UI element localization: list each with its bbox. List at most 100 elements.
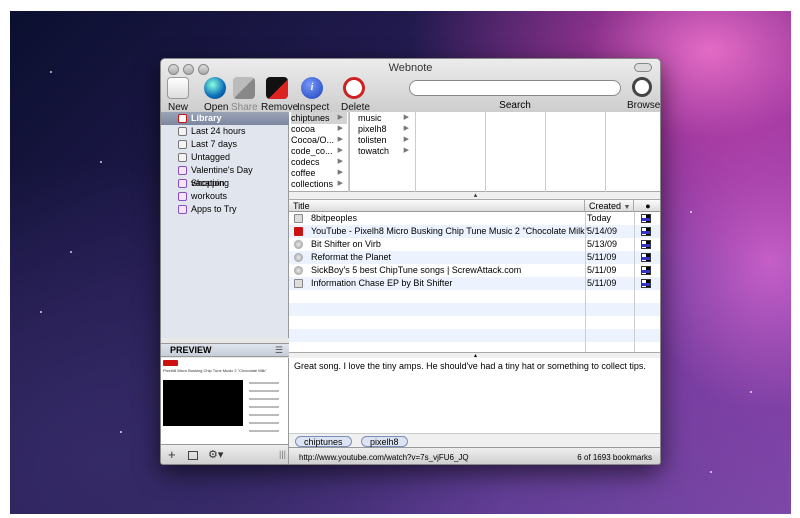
flag-icon[interactable] xyxy=(641,266,651,275)
table-row[interactable]: Reformat the Planet 5/11/09 xyxy=(289,251,660,264)
window-title: Webnote xyxy=(388,62,433,74)
row-date: 5/11/09 xyxy=(587,265,617,275)
tag-label: cocoa xyxy=(291,124,316,134)
webnote-window: Webnote New Open Share Remove i Inspect xyxy=(160,58,661,465)
table-row[interactable]: 8bitpeoples Today xyxy=(289,212,660,225)
sidebar-item-last-7-days[interactable]: Last 7 days xyxy=(161,138,289,151)
collection-icon xyxy=(178,205,187,214)
row-title: Information Chase EP by Bit Shifter xyxy=(311,278,453,288)
tag-column-6 xyxy=(606,112,660,192)
star xyxy=(120,431,122,433)
tag-label: Cocoa/O... xyxy=(291,135,335,145)
star xyxy=(70,251,72,253)
sidebar-item-label: Last 24 hours xyxy=(191,126,246,136)
star xyxy=(50,71,52,73)
table-header: Title Created ▼ ● xyxy=(289,200,660,212)
sidebar-item-vacation[interactable]: vacation xyxy=(161,177,289,190)
share-button[interactable]: Share xyxy=(231,77,258,113)
star xyxy=(750,391,752,393)
table-row[interactable]: Information Chase EP by Bit Shifter 5/11/… xyxy=(289,277,660,290)
column-header-flag[interactable]: ● xyxy=(634,200,660,212)
browse-button[interactable]: Browse xyxy=(627,77,660,111)
magnifier-icon xyxy=(632,77,652,97)
bookmark-table: Title Created ▼ ● 8bitpeoples Today YouTu… xyxy=(289,200,660,352)
table-row[interactable]: YouTube - Pixelh8 Micro Busking Chip Tun… xyxy=(289,225,660,238)
sidebar-item-workouts[interactable]: workouts xyxy=(161,190,289,203)
inspect-button[interactable]: i Inspect xyxy=(297,77,329,113)
search-input[interactable] xyxy=(409,80,621,96)
row-title: YouTube - Pixelh8 Micro Busking Chip Tun… xyxy=(311,226,588,236)
star xyxy=(710,471,712,473)
sidebar-item-label: Untagged xyxy=(191,152,231,162)
row-title: 8bitpeoples xyxy=(311,213,358,223)
preview-header: PREVIEW ☰ xyxy=(161,343,289,357)
smart-folder-icon xyxy=(178,127,187,136)
flag-icon[interactable] xyxy=(641,214,651,223)
tag-column-2: music ▶ pixelh8 ▶ tolisten ▶ towatch ▶ xyxy=(349,112,416,192)
status-url: http://www.youtube.com/watch?v=7s_vjFU6_… xyxy=(299,453,469,462)
column-header-created[interactable]: Created ▼ xyxy=(585,200,634,212)
preview-related-item xyxy=(249,398,279,400)
tag-label: tolisten xyxy=(358,135,387,145)
new-smart-folder-icon[interactable] xyxy=(188,451,198,460)
new-button[interactable]: New xyxy=(167,77,189,113)
sidebar-item-apps-to-try[interactable]: Apps to Try xyxy=(161,203,289,216)
table-body: 8bitpeoples Today YouTube - Pixelh8 Micro… xyxy=(289,212,660,352)
tag-item[interactable]: towatch ▶ xyxy=(358,145,413,157)
tag-item[interactable]: collections ▶ xyxy=(291,178,347,190)
tag-browser: chiptunes ▶ cocoa ▶ Cocoa/O... ▶ code_co...… xyxy=(289,112,660,192)
sidebar-item-label: Library xyxy=(191,113,222,123)
tag-column-3 xyxy=(416,112,486,192)
row-date: 5/11/09 xyxy=(587,278,617,288)
bookmark-count: 6 of 1693 bookmarks xyxy=(577,453,652,462)
empty-row xyxy=(289,290,660,303)
notes-text-area[interactable]: Great song. I love the tiny amps. He sho… xyxy=(289,358,660,433)
flag-icon[interactable] xyxy=(641,279,651,288)
collection-icon xyxy=(178,166,187,175)
tag-token-chiptunes[interactable]: chiptunes xyxy=(295,436,352,447)
tag-label: codecs xyxy=(291,157,320,167)
youtube-logo xyxy=(163,360,178,366)
open-button[interactable]: Open xyxy=(204,77,228,113)
tag-column-4 xyxy=(486,112,546,192)
tag-label: music xyxy=(358,113,382,123)
status-bar: http://www.youtube.com/watch?v=7s_vjFU6_… xyxy=(289,447,660,464)
preview-pane: Pixelh8 Micro Busking Chip Tune Music 2 … xyxy=(161,358,289,444)
tag-label: code_co... xyxy=(291,146,333,156)
sidebar-item-untagged[interactable]: Untagged xyxy=(161,151,289,164)
toolbar-toggle-button[interactable] xyxy=(634,63,652,72)
row-date: 5/13/09 xyxy=(587,239,618,249)
sidebar-item-library[interactable]: Library xyxy=(161,112,289,125)
list-icon[interactable]: ☰ xyxy=(275,344,283,357)
star xyxy=(40,311,42,313)
remove-button[interactable]: Remove xyxy=(261,77,298,113)
table-row[interactable]: SickBoy's 5 best ChipTune songs | ScrewA… xyxy=(289,264,660,277)
column-header-title[interactable]: Title xyxy=(289,200,585,212)
delete-button[interactable]: Delete xyxy=(341,77,370,113)
row-date: 5/11/09 xyxy=(587,252,617,262)
sidebar-item-valentines-day-shopping[interactable]: Valentine's Day Shopping xyxy=(161,164,289,188)
table-row[interactable]: Bit Shifter on Virb 5/13/09 xyxy=(289,238,660,251)
sidebar-item-last-24-hours[interactable]: Last 24 hours xyxy=(161,125,289,138)
browser-splitter[interactable]: ▴ xyxy=(289,192,660,200)
preview-related-item xyxy=(249,382,279,384)
share-icon xyxy=(233,77,255,99)
sidebar: Library Last 24 hours Last 7 days Untagg… xyxy=(161,112,289,338)
tag-label: collections xyxy=(291,179,334,189)
sidebar-item-label: Last 7 days xyxy=(191,139,238,149)
tag-token-pixelh8[interactable]: pixelh8 xyxy=(361,436,408,447)
globe-icon xyxy=(204,77,226,99)
add-collection-button[interactable]: + xyxy=(168,447,176,462)
youtube-icon xyxy=(294,227,303,236)
flag-icon[interactable] xyxy=(641,227,651,236)
flag-icon[interactable] xyxy=(641,240,651,249)
tag-label: pixelh8 xyxy=(358,124,387,134)
sort-down-icon: ▼ xyxy=(623,204,631,211)
tag-column-1: chiptunes ▶ cocoa ▶ Cocoa/O... ▶ code_co...… xyxy=(289,112,349,192)
resize-handle[interactable]: ||| xyxy=(279,449,286,459)
flag-icon[interactable] xyxy=(641,253,651,262)
sidebar-item-label: Apps to Try xyxy=(191,204,237,214)
sidebar-bottom-bar: + ⚙▾ ||| xyxy=(161,444,289,464)
library-icon xyxy=(178,114,187,123)
gear-icon[interactable]: ⚙▾ xyxy=(208,448,223,461)
